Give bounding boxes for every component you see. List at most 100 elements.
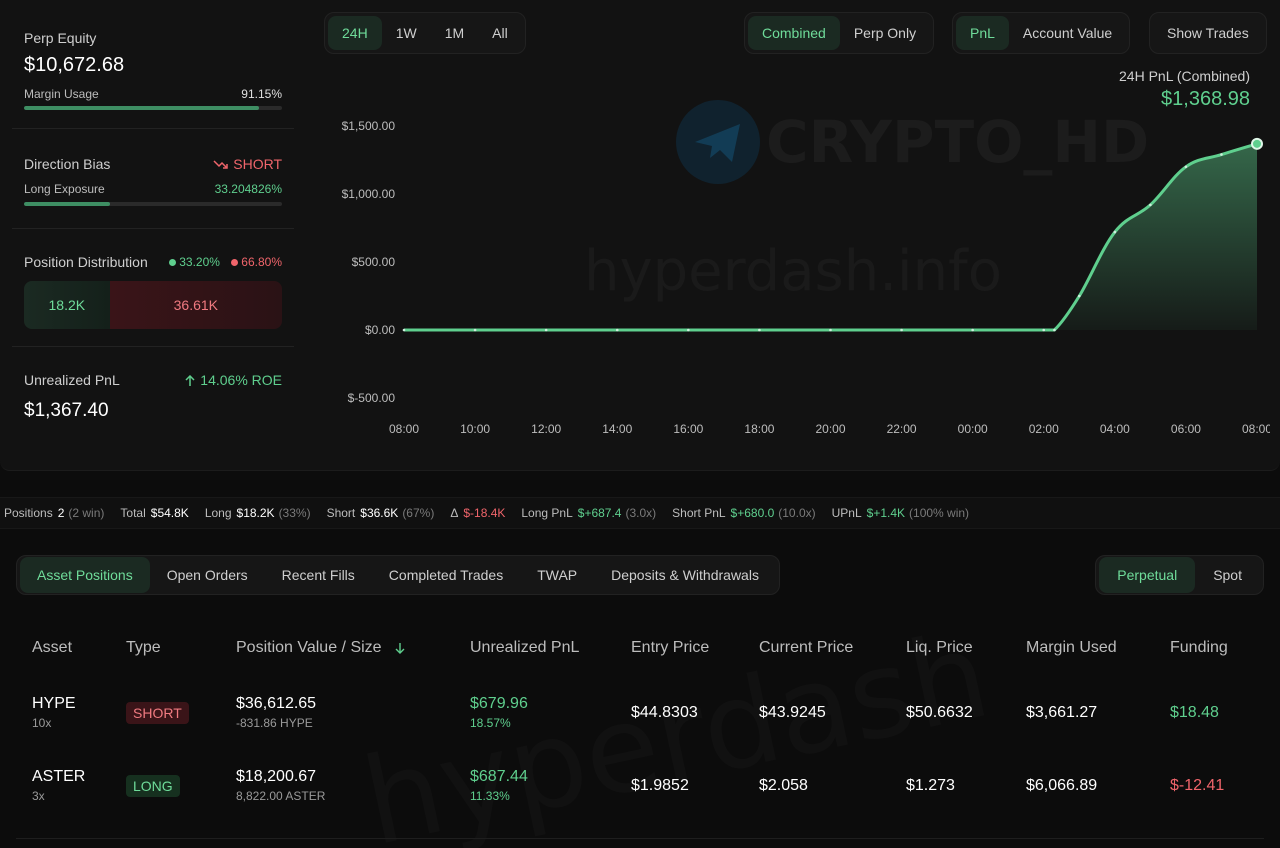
- type-badge: SHORT: [126, 701, 189, 724]
- brand-watermark: CRYPTO_HD: [766, 108, 1149, 176]
- range-tab-all[interactable]: All: [478, 16, 522, 50]
- tab-recent-fills[interactable]: Recent Fills: [265, 557, 372, 593]
- col-margin-used[interactable]: Margin Used: [1010, 620, 1154, 676]
- stat-long-value: $18.2K: [236, 506, 275, 520]
- mode-tab-perp-only[interactable]: Perp Only: [840, 16, 930, 50]
- account-summary: Perp Equity $10,672.68 Margin Usage 91.1…: [0, 0, 306, 471]
- pnl-data-point: [402, 328, 406, 332]
- pnl-data-point: [829, 328, 832, 332]
- current-price: $2.058: [759, 776, 808, 794]
- tab-twap[interactable]: TWAP: [520, 557, 594, 593]
- x-tick-label: 18:00: [744, 422, 774, 436]
- short-dot-icon: [231, 259, 239, 267]
- unrealized-pnl-value: $1,367.40: [24, 400, 109, 421]
- col-liq-price[interactable]: Liq. Price: [890, 620, 1010, 676]
- stat-upnl-note: (100% win): [909, 506, 970, 520]
- col-asset[interactable]: Asset: [16, 620, 110, 676]
- stat-short-pnl-label: Short PnL: [672, 506, 726, 520]
- col-current-price[interactable]: Current Price: [743, 620, 890, 676]
- pnl-data-point: [758, 328, 761, 332]
- x-tick-label: 00:00: [958, 422, 988, 436]
- x-tick-label: 12:00: [531, 422, 561, 436]
- stat-positions-label: Positions: [4, 506, 53, 520]
- pnl-chart: CRYPTO_HD hyperdash.info $1,500.00 $1,000…: [342, 100, 1270, 436]
- metric-tab-account-value[interactable]: Account Value: [1009, 16, 1126, 50]
- tab-deposits-withdrawals[interactable]: Deposits & Withdrawals: [594, 557, 776, 593]
- stat-delta-value: $-18.4K: [463, 506, 506, 520]
- perp-equity-value: $10,672.68: [24, 54, 125, 76]
- col-position-value-label: Position Value / Size: [236, 639, 382, 656]
- tab-spot[interactable]: Spot: [1195, 557, 1260, 593]
- position-size: 8,822.00 ASTER: [236, 789, 326, 803]
- col-entry-price[interactable]: Entry Price: [615, 620, 743, 676]
- stat-long-note: (33%): [278, 506, 311, 520]
- positions-table: Asset Type Position Value / Size Unreali…: [16, 620, 1264, 822]
- asset-leverage: 3x: [32, 789, 45, 803]
- unrealized-pnl-pct: 18.57%: [470, 716, 511, 730]
- stat-short-value: $36.6K: [360, 506, 399, 520]
- stat-upnl-value: $+1.4K: [866, 506, 906, 520]
- divider: [12, 346, 294, 347]
- asset-name: ASTER: [32, 768, 86, 785]
- long-amount: 18.2K: [24, 281, 110, 329]
- metric-tab-pnl[interactable]: PnL: [956, 16, 1009, 50]
- perp-equity-label: Perp Equity: [24, 30, 97, 46]
- tab-perpetual[interactable]: Perpetual: [1099, 557, 1196, 593]
- x-tick-label: 14:00: [602, 422, 632, 436]
- y-tick-label: $-500.00: [348, 391, 396, 405]
- stat-total-value: $54.8K: [150, 506, 189, 520]
- site-watermark: hyperdash.info: [584, 239, 1002, 304]
- range-tab-1w[interactable]: 1W: [382, 16, 431, 50]
- x-tick-label: 16:00: [673, 422, 703, 436]
- range-tab-1m[interactable]: 1M: [431, 16, 478, 50]
- pnl-data-point: [615, 328, 619, 332]
- col-type[interactable]: Type: [110, 620, 220, 676]
- x-tick-label: 06:00: [1171, 422, 1201, 436]
- x-tick-label: 08:00: [389, 422, 419, 436]
- pnl-data-point: [687, 328, 690, 332]
- pnl-end-point[interactable]: [1251, 137, 1263, 150]
- long-exposure-label: Long Exposure: [24, 182, 105, 196]
- col-funding[interactable]: Funding: [1154, 620, 1264, 676]
- long-exposure-bar-fill: [24, 202, 110, 206]
- pnl-data-point: [900, 328, 903, 332]
- table-row[interactable]: HYPE 10x SHORT $36,612.65 -831.86 HYPE $67…: [16, 676, 1264, 749]
- tab-asset-positions[interactable]: Asset Positions: [20, 557, 150, 593]
- stat-short-note: (67%): [402, 506, 435, 520]
- y-tick-label: $1,500.00: [342, 119, 396, 133]
- position-distribution-bar: 18.2K 36.61K: [24, 281, 282, 329]
- pnl-data-point: [1077, 294, 1081, 298]
- table-header-row: Asset Type Position Value / Size Unreali…: [16, 620, 1264, 676]
- position-value: $36,612.65: [236, 695, 317, 712]
- direction-bias-label: Direction Bias: [24, 156, 111, 172]
- col-unrealized-pnl[interactable]: Unrealized PnL: [454, 620, 615, 676]
- pnl-data-point: [473, 328, 477, 332]
- col-position-value[interactable]: Position Value / Size: [220, 620, 454, 676]
- current-price: $43.9245: [759, 703, 826, 721]
- metric-selector: PnL Account Value: [952, 12, 1131, 54]
- pnl-data-point: [1113, 230, 1117, 234]
- table-row[interactable]: ASTER 3x LONG $18,200.67 8,822.00 ASTER $6…: [16, 749, 1264, 822]
- range-selector: 24H 1W 1M All: [324, 12, 526, 54]
- divider: [12, 128, 294, 129]
- mode-tab-combined[interactable]: Combined: [748, 16, 840, 50]
- x-tick-label: 20:00: [815, 422, 845, 436]
- stat-short-pnl-value: $+680.0: [730, 506, 775, 520]
- asset-name: HYPE: [32, 695, 76, 712]
- x-tick-label: 04:00: [1100, 422, 1130, 436]
- x-tick-label: 08:00: [1242, 422, 1270, 436]
- range-tab-24h[interactable]: 24H: [328, 16, 382, 50]
- y-tick-label: $1,000.00: [342, 187, 396, 201]
- tab-open-orders[interactable]: Open Orders: [150, 557, 265, 593]
- margin-usage-label: Margin Usage: [24, 87, 99, 101]
- stat-long-label: Long: [204, 506, 232, 520]
- pnl-data-point: [971, 328, 974, 332]
- tab-completed-trades[interactable]: Completed Trades: [372, 557, 520, 593]
- margin-usage-value: 91.15%: [241, 87, 282, 101]
- pnl-data-point: [1042, 328, 1046, 332]
- show-trades-wrapper: Show Trades: [1149, 12, 1267, 54]
- show-trades-button[interactable]: Show Trades: [1153, 16, 1263, 50]
- trend-down-icon: [213, 156, 233, 172]
- table-bottom-border: [16, 838, 1264, 839]
- x-tick-label: 02:00: [1029, 422, 1059, 436]
